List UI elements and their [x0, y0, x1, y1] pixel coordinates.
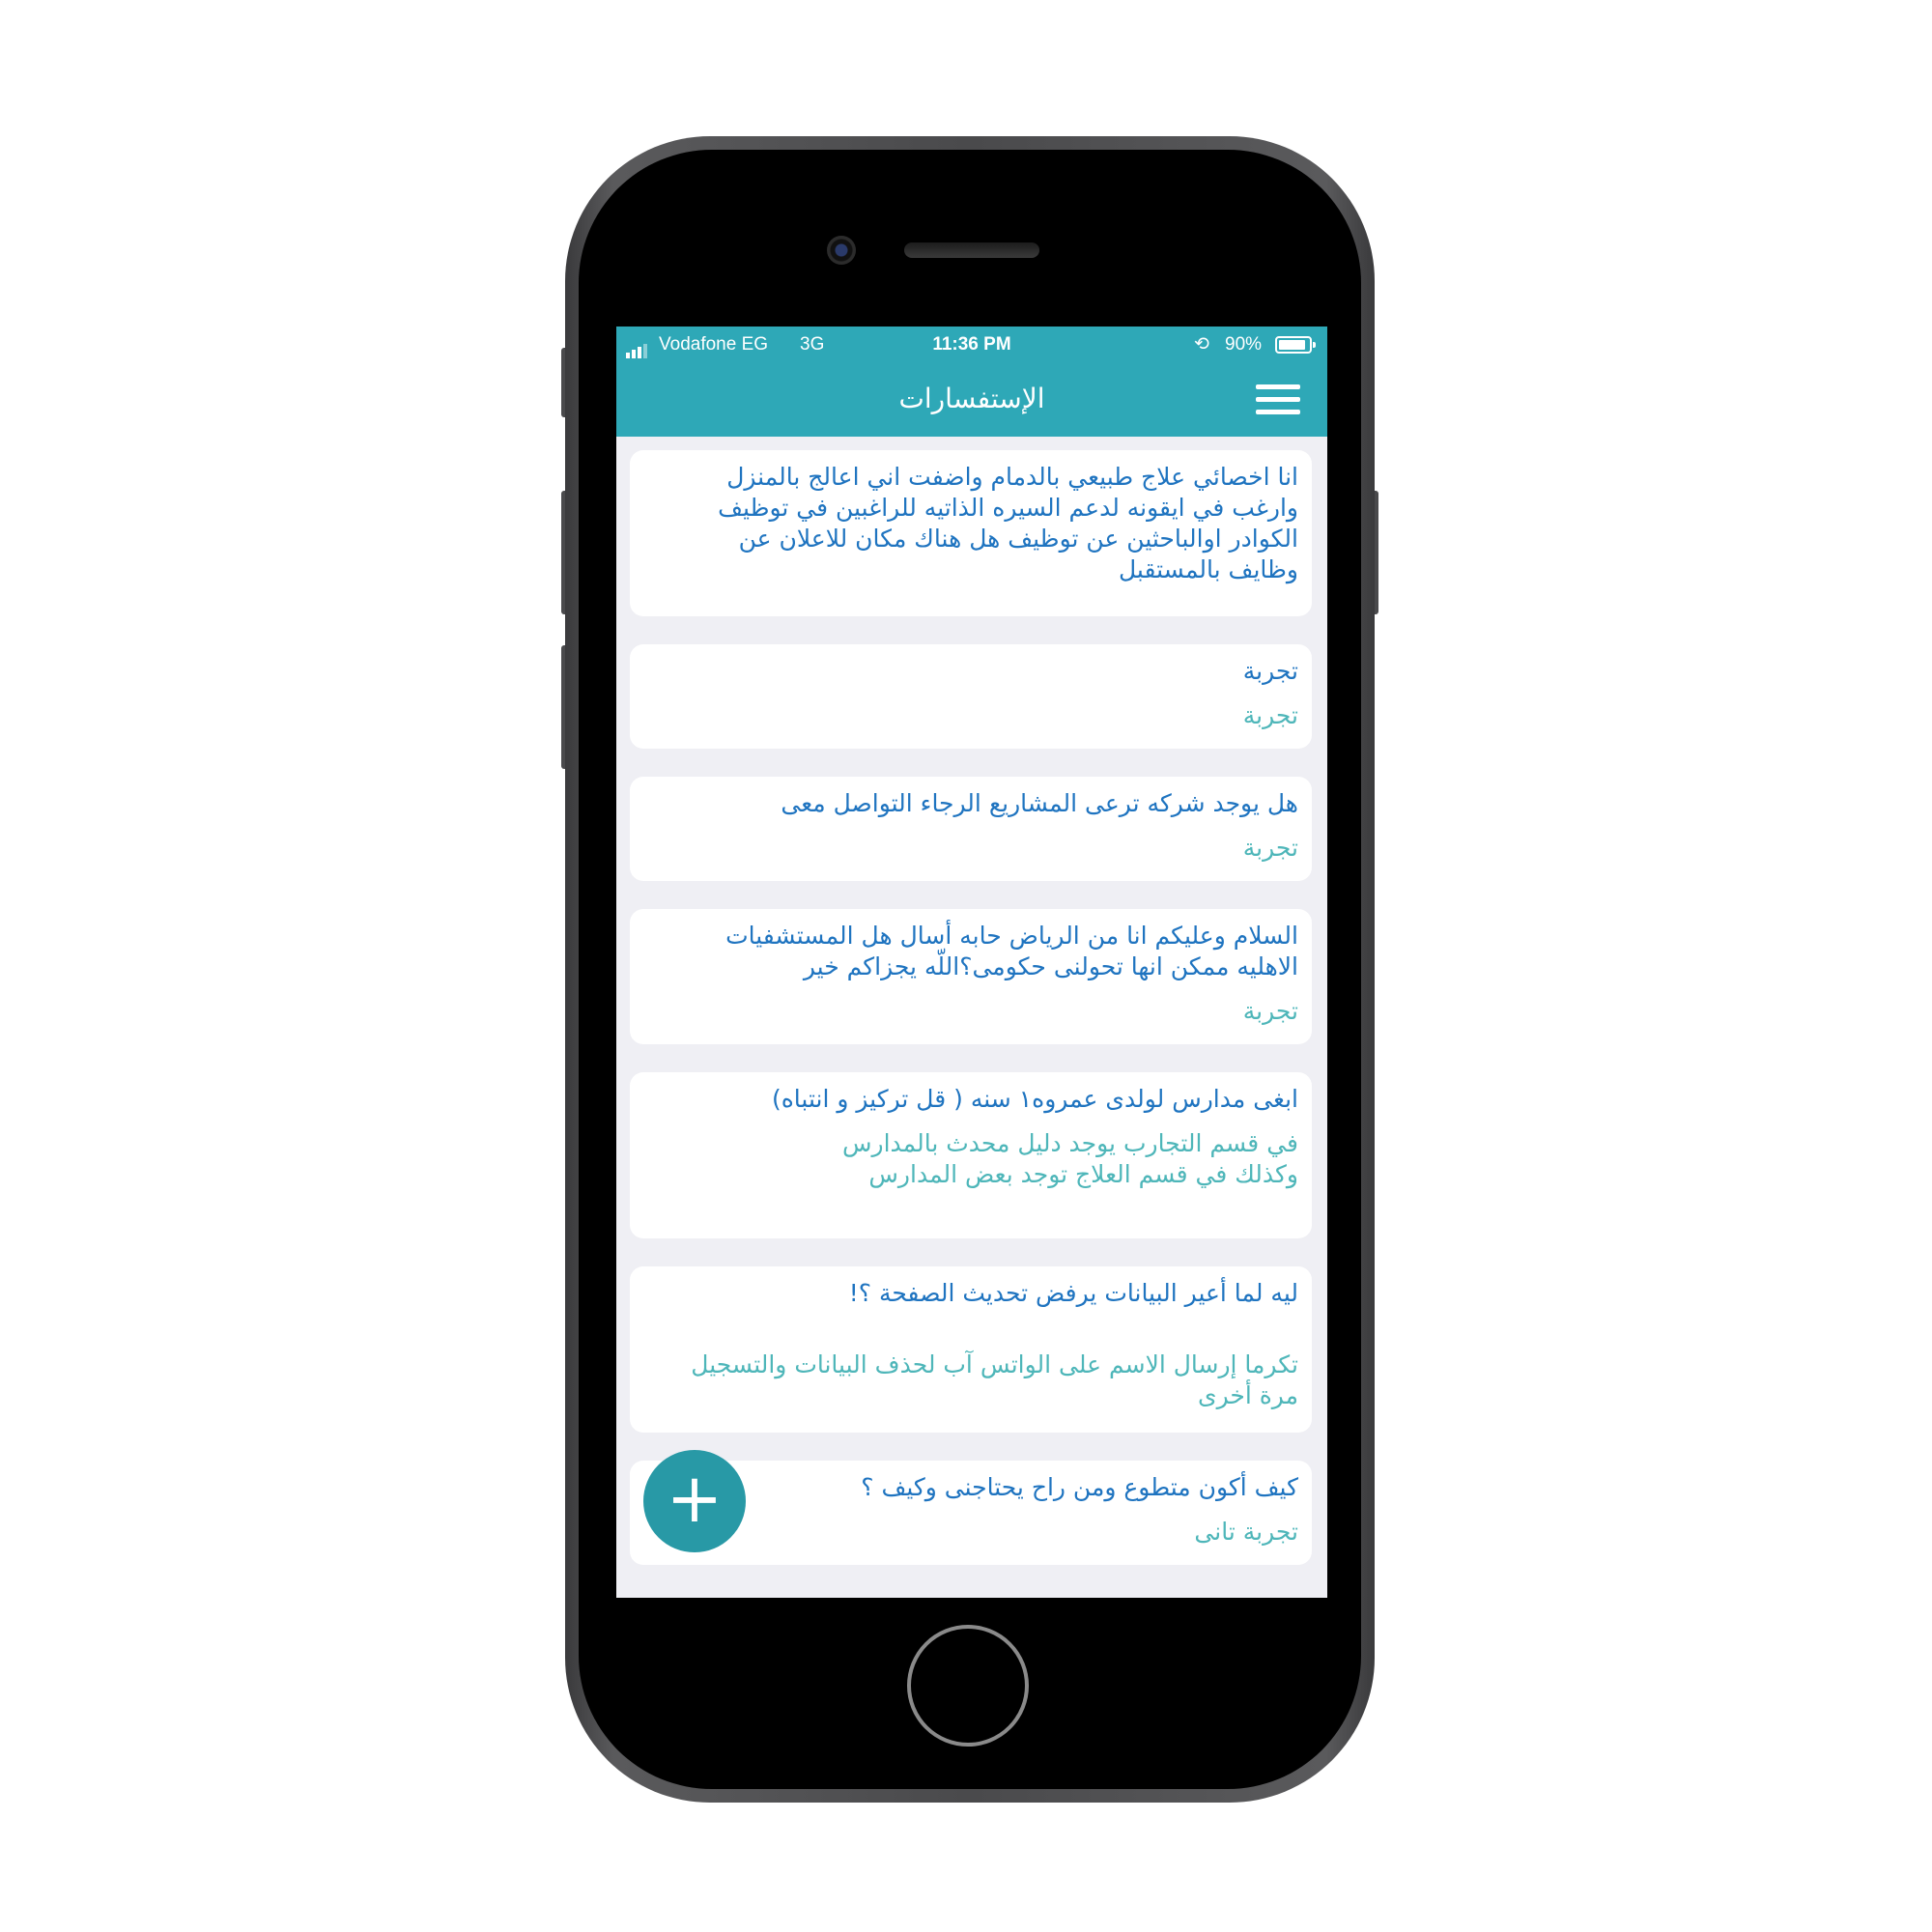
rotation-lock-icon: ⟲	[1194, 334, 1209, 355]
front-camera	[827, 236, 856, 265]
inquiry-question: هل يوجد شركه ترعى المشاريع الرجاء التواص…	[781, 789, 1298, 817]
app-screen: Vodafone EG 3G 11:36 PM ⟲ 90% الإستفسارا…	[616, 327, 1327, 1598]
inquiry-question: السلام وعليكم انا من الرياض حابه أسال هل…	[725, 922, 1298, 980]
inquiry-question: ليه لما أعير البيانات يرفض تحديث الصفحة …	[848, 1279, 1298, 1307]
inquiry-card[interactable]: انا اخصائي علاج طبيعي بالدمام واضفت اني …	[630, 450, 1312, 616]
battery-percentage: 90%	[1225, 334, 1263, 355]
inquiry-answer: تجربة	[1242, 834, 1298, 862]
status-bar: Vodafone EG 3G 11:36 PM ⟲ 90%	[616, 327, 1327, 365]
inquiry-question: تجربة	[1242, 657, 1298, 685]
battery-fill	[1279, 340, 1305, 350]
plus-icon: +	[666, 1459, 724, 1538]
status-time: 11:36 PM	[932, 334, 1011, 355]
inquiry-card[interactable]: ابغى مدارس لولدى عمروه١ سنه ( قل تركيز و…	[630, 1072, 1312, 1238]
inquiry-question: ابغى مدارس لولدى عمروه١ سنه ( قل تركيز و…	[771, 1085, 1298, 1113]
inquiry-card[interactable]: ليه لما أعير البيانات يرفض تحديث الصفحة …	[630, 1266, 1312, 1433]
inquiry-card[interactable]: هل يوجد شركه ترعى المشاريع الرجاء التواص…	[630, 777, 1312, 881]
page-title: الإستفسارات	[898, 383, 1045, 414]
inquiry-answer: تكرما إرسال الاسم على الواتس آب لحذف الب…	[691, 1350, 1298, 1409]
add-inquiry-button[interactable]: +	[643, 1450, 746, 1552]
inquiry-card[interactable]: تجربة تجربة	[630, 644, 1312, 749]
navigation-bar: الإستفسارات	[616, 365, 1327, 437]
inquiry-answer: تجربة	[1242, 701, 1298, 729]
inquiry-answer: في قسم التجارب يوجد دليل محدث بالمدارس و…	[842, 1129, 1298, 1188]
earpiece-speaker	[904, 242, 1039, 258]
hamburger-menu-icon[interactable]	[1256, 383, 1302, 417]
battery-icon	[1275, 336, 1316, 354]
inquiry-question: انا اخصائي علاج طبيعي بالدمام واضفت اني …	[718, 463, 1298, 583]
inquiry-answer: تجربة	[1242, 997, 1298, 1025]
home-button[interactable]	[907, 1625, 1029, 1747]
inquiry-card[interactable]: السلام وعليكم انا من الرياض حابه أسال هل…	[630, 909, 1312, 1044]
